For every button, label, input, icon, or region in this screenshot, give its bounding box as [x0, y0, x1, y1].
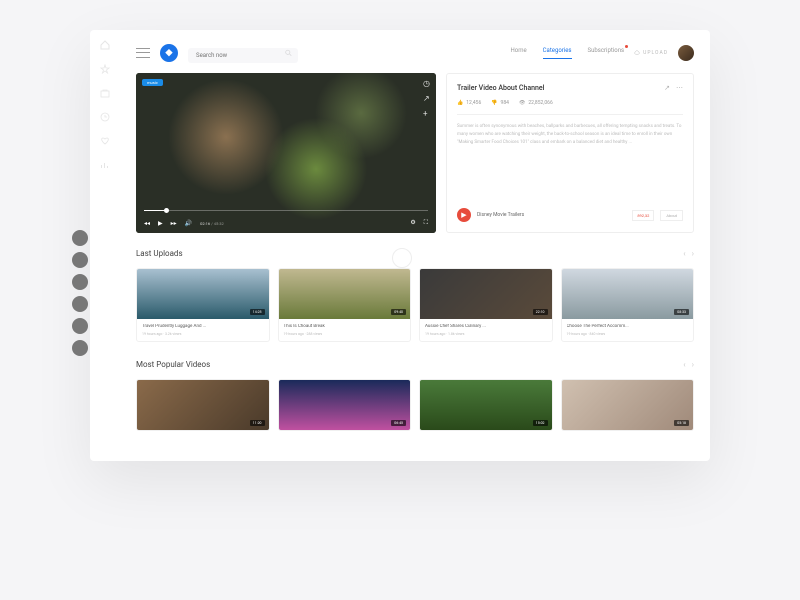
cloud-icon [634, 50, 640, 56]
clock-icon[interactable] [100, 112, 110, 122]
nav-subscriptions[interactable]: Subscriptions [588, 47, 625, 59]
video-card[interactable]: 06:45 [278, 379, 412, 431]
video-card[interactable]: 22:10Aussie Chef Shares Culinary ...19 h… [419, 268, 553, 342]
loading-ring [392, 248, 412, 268]
uploads-row: 14:25Travel Prudently Luggage And ...19 … [136, 268, 694, 342]
left-rail [90, 30, 120, 461]
video-card[interactable]: 05:18 [561, 379, 695, 431]
video-player[interactable]: music ◷ ↗ + ◂◂ ▶ ▸▸ 🔊 02:16 / 45:32 ⚙ ⛶ [136, 73, 436, 233]
more-icon[interactable]: ⋯ [676, 84, 683, 92]
search-icon[interactable] [285, 49, 292, 56]
video-card[interactable]: 14:25Travel Prudently Luggage And ...19 … [136, 268, 270, 342]
prev-icon[interactable]: ‹ [683, 249, 685, 258]
topbar: ◆ Home Categories Subscriptions UPLOAD [136, 42, 694, 63]
popular-row: 11:20 06:45 15:02 05:18 [136, 379, 694, 431]
profile-avatar[interactable] [678, 45, 694, 61]
channel-avatar[interactable] [72, 274, 88, 290]
nav-categories[interactable]: Categories [543, 47, 572, 59]
about-button[interactable]: About [660, 210, 683, 221]
logo[interactable]: ◆ [160, 44, 178, 62]
channel-name[interactable]: Disney Movie Trailers [477, 212, 524, 218]
channel-avatar[interactable] [72, 296, 88, 312]
video-detail: Trailer Video About Channel ↗ ⋯ 👍12,456 … [446, 73, 694, 233]
share-icon[interactable]: ↗ [664, 84, 670, 92]
home-icon[interactable] [100, 40, 110, 50]
nav-home[interactable]: Home [511, 47, 527, 59]
heart-icon[interactable] [100, 136, 110, 146]
settings-icon[interactable]: ⚙ [410, 219, 415, 227]
channel-avatar[interactable] [72, 318, 88, 334]
chart-icon[interactable] [100, 160, 110, 170]
time-current: 02:16 / 45:32 [200, 221, 224, 226]
thumbs-down-icon[interactable]: 👎 [491, 100, 497, 106]
menu-icon[interactable] [136, 48, 150, 58]
video-card[interactable]: 09:40This Is Choaut Break19 hours ago · … [278, 268, 412, 342]
eye-icon: 👁 [519, 100, 525, 106]
prev-icon[interactable]: ‹ [683, 360, 685, 369]
star-icon[interactable] [100, 64, 110, 74]
section-title-uploads: Last Uploads [136, 249, 183, 258]
rewind-icon[interactable]: ◂◂ [144, 220, 150, 227]
channel-avatars-rail [72, 230, 88, 356]
play-icon[interactable]: ▶ [158, 220, 163, 227]
volume-icon[interactable]: 🔊 [185, 220, 192, 227]
fullscreen-icon[interactable]: ⛶ [424, 219, 428, 227]
video-title: Trailer Video About Channel [457, 84, 544, 92]
briefcase-icon[interactable] [100, 88, 110, 98]
video-card[interactable]: 15:02 [419, 379, 553, 431]
share-icon[interactable]: ↗ [423, 94, 430, 103]
main-nav: Home Categories Subscriptions [511, 47, 625, 59]
channel-avatar[interactable] [72, 230, 88, 246]
next-icon[interactable]: › [692, 360, 694, 369]
upload-button[interactable]: UPLOAD [634, 50, 668, 56]
video-card[interactable]: 08:33Choose The Perfect Accomm...19 hour… [561, 268, 695, 342]
next-icon[interactable]: › [692, 249, 694, 258]
add-icon[interactable]: + [423, 109, 430, 118]
category-tag: music [142, 79, 163, 86]
section-title-popular: Most Popular Videos [136, 360, 210, 369]
forward-icon[interactable]: ▸▸ [171, 220, 177, 227]
thumbs-up-icon[interactable]: 👍 [457, 100, 463, 106]
video-description: Summer is often synonymous with beaches,… [457, 123, 683, 200]
channel-avatar[interactable] [72, 340, 88, 356]
later-icon[interactable]: ◷ [423, 79, 430, 88]
video-card[interactable]: 11:20 [136, 379, 270, 431]
channel-avatar[interactable]: ▶ [457, 208, 471, 222]
channel-avatar[interactable] [72, 252, 88, 268]
search-input[interactable] [188, 42, 298, 63]
subscriber-count: 892,32 [632, 210, 654, 221]
progress-bar[interactable] [144, 210, 428, 211]
